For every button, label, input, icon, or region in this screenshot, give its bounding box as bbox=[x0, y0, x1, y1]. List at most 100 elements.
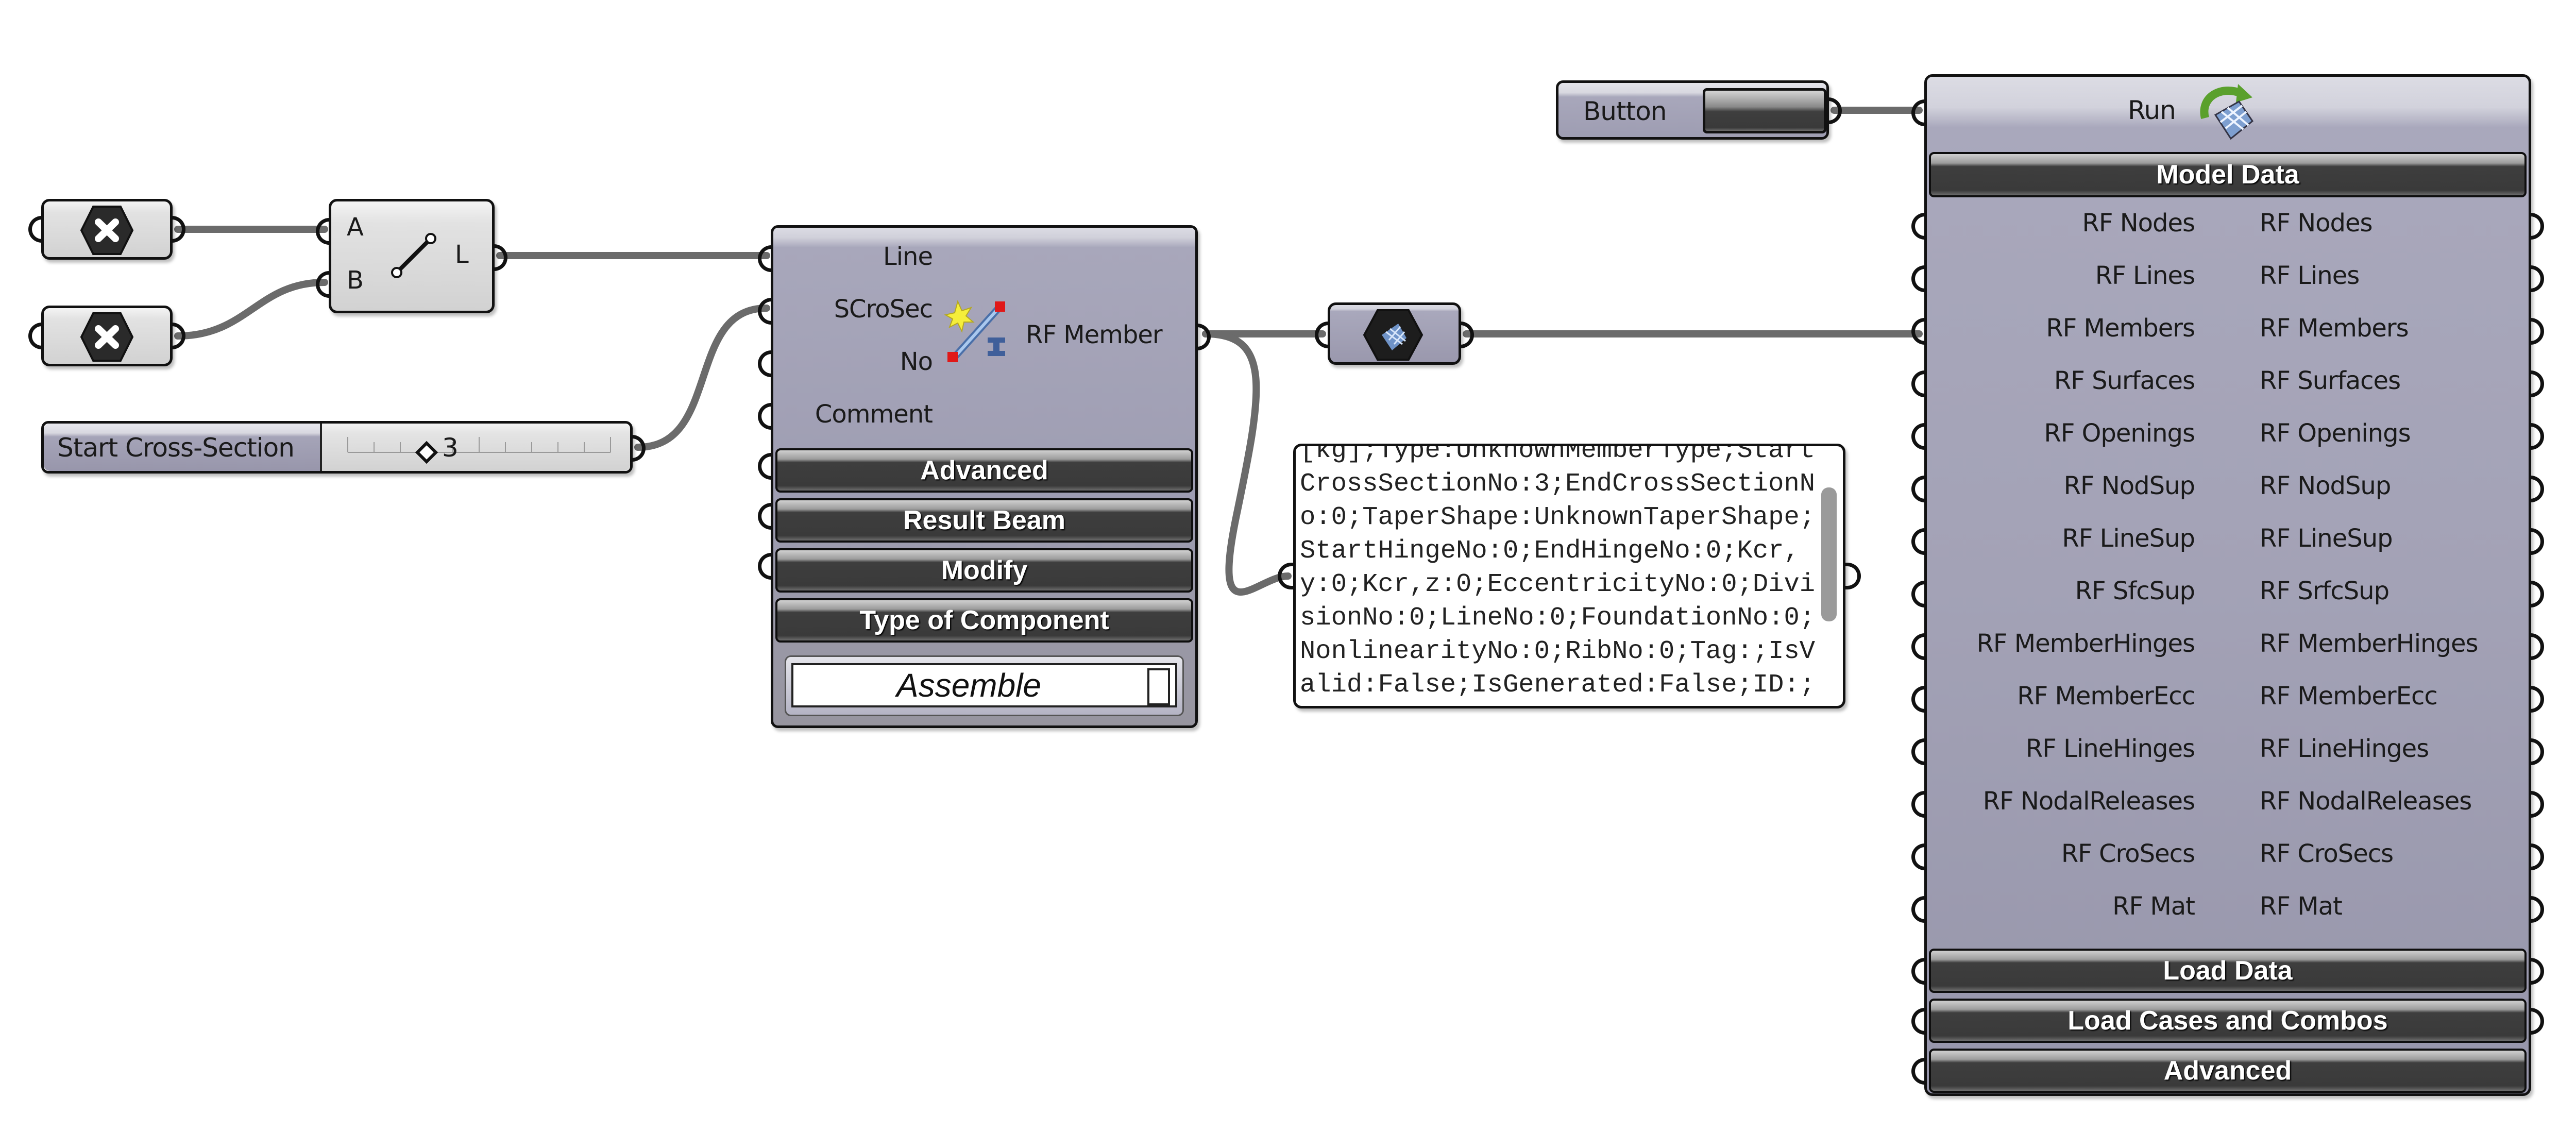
model-input-grip[interactable] bbox=[1911, 791, 1927, 818]
section-modify[interactable]: Modify bbox=[775, 548, 1193, 593]
wire-member-to-panel[interactable] bbox=[1202, 330, 1292, 596]
model-output-grip[interactable] bbox=[2529, 370, 2544, 397]
section-load-cases-and-combos[interactable]: Load Cases and Combos bbox=[1929, 999, 2527, 1043]
section-model-data[interactable]: Model Data bbox=[1929, 152, 2527, 197]
slider-handle[interactable] bbox=[415, 441, 438, 464]
model-output-label: RF Nodes bbox=[2260, 209, 2372, 238]
model-input-grip[interactable] bbox=[1911, 633, 1927, 660]
panel-output-grip[interactable] bbox=[1845, 563, 1861, 589]
input-grip-run[interactable] bbox=[1911, 99, 1927, 126]
line-component[interactable]: A B L bbox=[316, 199, 507, 313]
model-output-grip[interactable] bbox=[2529, 581, 2544, 607]
rf-model-param[interactable] bbox=[1315, 302, 1474, 365]
model-output-grip[interactable] bbox=[2529, 896, 2544, 923]
section-advanced[interactable]: Advanced bbox=[1929, 1049, 2527, 1093]
model-output-grip[interactable] bbox=[2529, 423, 2544, 450]
model-input-label: RF NodSup bbox=[2063, 471, 2195, 500]
model-output-grip[interactable] bbox=[2529, 213, 2544, 240]
model-input-grip[interactable] bbox=[1911, 528, 1927, 555]
input-grip-b[interactable] bbox=[316, 271, 331, 298]
input-grip-load-cases[interactable] bbox=[1911, 1008, 1927, 1035]
button-component[interactable]: Button bbox=[1556, 80, 1842, 140]
panel-input-grip[interactable] bbox=[1278, 563, 1293, 589]
model-input-label: RF Nodes bbox=[2082, 209, 2195, 238]
model-output-grip[interactable] bbox=[2529, 686, 2544, 713]
start-cross-section-slider[interactable]: Start Cross-Section 3 bbox=[41, 421, 646, 474]
point-param-1[interactable] bbox=[28, 199, 185, 260]
rf-model-component[interactable]: Run Model Data RF Nodes RF Nodes RF Lines R… bbox=[1911, 74, 2544, 1096]
model-output-grip[interactable] bbox=[2529, 738, 2544, 765]
model-input-grip[interactable] bbox=[1911, 738, 1927, 765]
model-input-grip[interactable] bbox=[1911, 318, 1927, 345]
component-type-dropdown[interactable]: Assemble bbox=[785, 655, 1184, 716]
run-label: Run bbox=[2128, 95, 2176, 125]
dropdown-toggle[interactable] bbox=[1147, 668, 1170, 705]
rf-member-component[interactable]: Line SCroSec No Comment RF Member Advanc… bbox=[758, 225, 1211, 728]
model-input-grip[interactable] bbox=[1911, 213, 1927, 240]
input-grip-modify[interactable] bbox=[758, 553, 773, 580]
panel-scrollbar[interactable] bbox=[1821, 487, 1837, 621]
model-output-grip[interactable] bbox=[2529, 791, 2544, 818]
output-grip-load-data[interactable] bbox=[2529, 958, 2544, 985]
output-grip[interactable] bbox=[170, 323, 185, 349]
input-grip-no[interactable] bbox=[758, 350, 773, 377]
input-grip-comment[interactable] bbox=[758, 403, 773, 430]
output-grip[interactable] bbox=[1826, 97, 1842, 124]
rf-model-param-icon bbox=[1363, 309, 1423, 361]
output-grip[interactable] bbox=[170, 216, 185, 243]
section-load-data[interactable]: Load Data bbox=[1929, 949, 2527, 993]
input-grip[interactable] bbox=[1315, 322, 1330, 348]
input-grip-a[interactable] bbox=[316, 218, 331, 245]
model-input-label: RF CroSecs bbox=[2061, 839, 2195, 868]
point-param-icon bbox=[80, 312, 134, 362]
model-output-grip[interactable] bbox=[2529, 843, 2544, 870]
input-grip[interactable] bbox=[28, 323, 44, 349]
model-input-grip[interactable] bbox=[1911, 476, 1927, 502]
input-grip-load-data[interactable] bbox=[1911, 958, 1927, 985]
model-input-label: RF Mat bbox=[2112, 892, 2195, 921]
output-grip[interactable] bbox=[1459, 322, 1474, 348]
model-input-grip[interactable] bbox=[1911, 896, 1927, 923]
input-grip[interactable] bbox=[28, 216, 44, 243]
model-output-grip[interactable] bbox=[2529, 318, 2544, 345]
dropdown-value: Assemble bbox=[896, 667, 1041, 704]
model-input-grip[interactable] bbox=[1911, 370, 1927, 397]
model-input-grip[interactable] bbox=[1911, 843, 1927, 870]
dropdown-value-box[interactable]: Assemble bbox=[791, 663, 1177, 707]
model-input-label: RF NodalReleases bbox=[1982, 787, 2195, 816]
model-input-grip[interactable] bbox=[1911, 423, 1927, 450]
slider-track[interactable]: 3 bbox=[322, 424, 630, 471]
output-grip-load-cases[interactable] bbox=[2529, 1008, 2544, 1035]
output-grip[interactable] bbox=[630, 435, 646, 462]
input-grip-line[interactable] bbox=[758, 245, 773, 272]
run-model-icon bbox=[2200, 84, 2254, 140]
model-input-label: RF LineHinges bbox=[2025, 734, 2195, 763]
model-output-grip[interactable] bbox=[2529, 265, 2544, 292]
section-advanced[interactable]: Advanced bbox=[775, 448, 1193, 493]
input-grip-result-beam[interactable] bbox=[758, 503, 773, 530]
wire-slider-to-member-scrosec[interactable] bbox=[634, 305, 770, 451]
output-panel[interactable]: [kg];Type:UnknownMemberType;StartCrossSe… bbox=[1293, 444, 1845, 708]
slider-ticks bbox=[347, 437, 611, 464]
model-output-label: RF Members bbox=[2260, 314, 2409, 343]
button-press-area[interactable] bbox=[1703, 88, 1826, 133]
output-grip-rf-member[interactable] bbox=[1195, 324, 1211, 350]
slider-label: Start Cross-Section bbox=[57, 433, 295, 463]
wire-point2-to-line-b[interactable] bbox=[174, 279, 328, 340]
output-grip-l[interactable] bbox=[492, 244, 507, 271]
section-type-of-component[interactable]: Type of Component bbox=[775, 598, 1193, 643]
model-input-grip[interactable] bbox=[1911, 686, 1927, 713]
input-grip-scrosec[interactable] bbox=[758, 298, 773, 325]
panel-text: [kg];Type:UnknownMemberType;StartCrossSe… bbox=[1300, 444, 1816, 706]
input-grip-advanced[interactable] bbox=[1911, 1058, 1927, 1085]
model-input-label: RF LineSup bbox=[2062, 524, 2195, 553]
model-output-grip[interactable] bbox=[2529, 528, 2544, 555]
model-input-grip[interactable] bbox=[1911, 581, 1927, 607]
model-output-label: RF LineSup bbox=[2260, 524, 2393, 553]
section-result-beam[interactable]: Result Beam bbox=[775, 498, 1193, 543]
point-param-2[interactable] bbox=[28, 306, 185, 366]
model-output-grip[interactable] bbox=[2529, 476, 2544, 502]
model-input-grip[interactable] bbox=[1911, 265, 1927, 292]
model-output-grip[interactable] bbox=[2529, 633, 2544, 660]
input-grip-advanced[interactable] bbox=[758, 453, 773, 480]
